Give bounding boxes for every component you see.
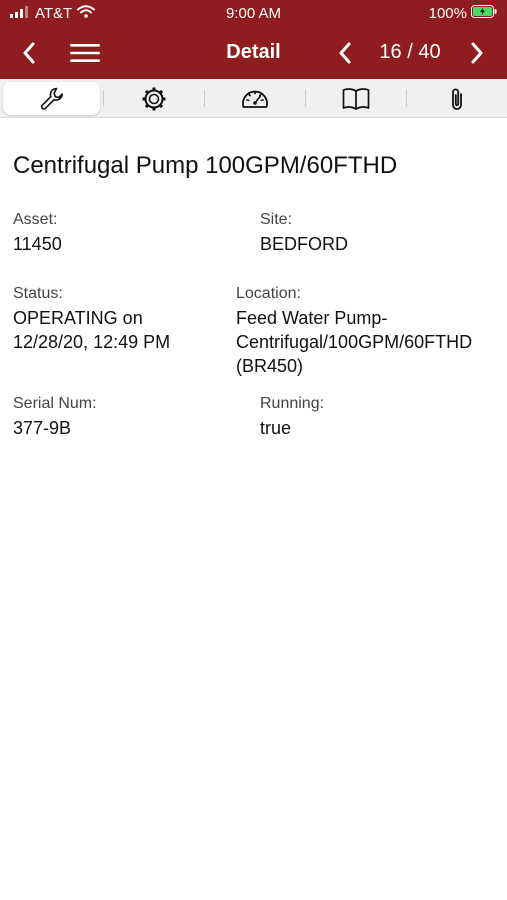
hamburger-icon (70, 44, 100, 62)
location-value-line: Feed Water Pump- (236, 308, 388, 328)
status-right: 100% (429, 5, 497, 22)
status-value: OPERATING on 12/28/20, 12:49 PM (13, 306, 170, 354)
asset-value: 11450 (13, 234, 62, 254)
tab-bar (0, 79, 507, 118)
menu-button[interactable] (66, 36, 104, 70)
location-value-line: (BR450) (236, 356, 304, 376)
serial-label: Serial Num: (13, 395, 97, 412)
tab-meters[interactable] (206, 82, 303, 115)
status-bar: AT&T 9:00 AM 100% (0, 0, 507, 28)
running-value: true (260, 418, 292, 438)
battery-icon (471, 5, 497, 22)
gauge-icon (241, 90, 268, 108)
wrench-icon (40, 87, 63, 110)
battery-percent: 100% (428, 5, 467, 22)
nav-bar: Detail 16 / 40 (0, 28, 507, 79)
tab-manual[interactable] (307, 82, 404, 115)
page-title: Detail (226, 41, 281, 63)
location-label: Location: (236, 285, 301, 302)
back-button[interactable] (14, 36, 44, 70)
running-label: Running: (260, 395, 325, 412)
chevron-left-icon (339, 42, 351, 64)
tab-divider (305, 90, 306, 107)
next-record-button[interactable] (462, 36, 492, 70)
asset-label: Asset: (13, 211, 58, 228)
tab-settings[interactable] (105, 82, 202, 115)
status-label: Status: (13, 285, 63, 302)
previous-record-button[interactable] (330, 36, 360, 70)
chevron-left-icon (23, 42, 35, 64)
gear-icon (142, 87, 165, 110)
chevron-right-icon (471, 42, 483, 64)
paperclip-icon (451, 88, 462, 110)
serial-value: 377-9B (13, 418, 72, 438)
status-value-line: OPERATING on (13, 308, 143, 328)
record-counter: 16 / 40 (379, 41, 441, 63)
tab-divider (406, 90, 407, 107)
tab-divider (103, 90, 104, 107)
location-value-line: Centrifugal/100GPM/60FTHD (236, 332, 473, 352)
tab-attachments[interactable] (408, 82, 505, 115)
asset-title: Centrifugal Pump 100GPM/60FTHD (13, 152, 398, 179)
tab-work-details[interactable] (3, 82, 100, 115)
tab-divider (204, 90, 205, 107)
book-icon (342, 87, 369, 110)
site-value: BEDFORD (260, 234, 349, 254)
site-label: Site: (260, 211, 293, 228)
location-value: Feed Water Pump- Centrifugal/100GPM/60FT… (236, 306, 472, 378)
status-value-line: 12/28/20, 12:49 PM (13, 332, 171, 352)
app-header: AT&T 9:00 AM 100% Detail 16 / 40 (0, 0, 507, 79)
